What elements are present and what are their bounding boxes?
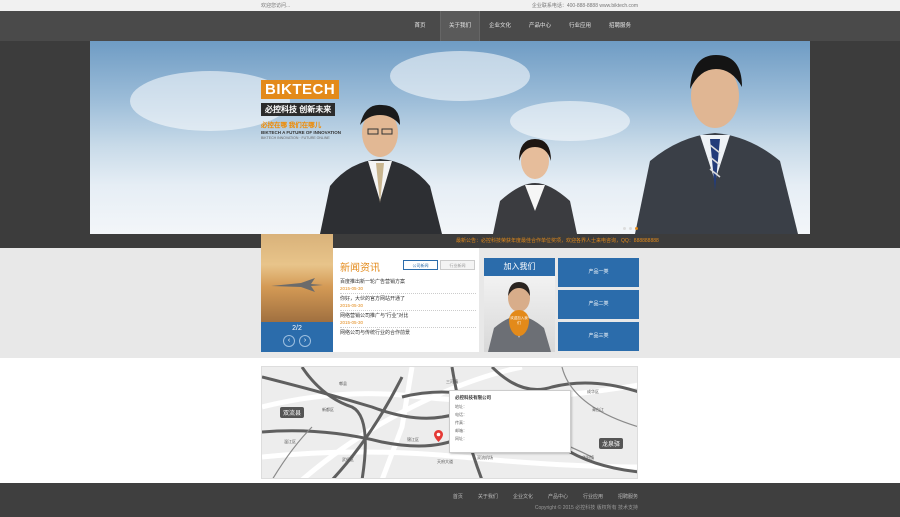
map-label: 郫县 [339,381,347,386]
product-category-3-button[interactable]: 产品三类 [558,322,639,351]
slider-dot[interactable] [623,227,626,230]
map-card-phone: 电话： [455,412,467,417]
map-label: 双流机场 [477,455,493,460]
news-item[interactable]: 网络公司与传统行业的合作前景 [340,329,476,345]
hero-section: BIKTECH 必控科技 创新未来 必控在哪 我们在哪儿 BIKTECH A F… [0,41,900,248]
product-category-2-button[interactable]: 产品二类 [558,290,639,319]
news-item-date: 2015-05-30 [340,320,364,325]
tab-company-news[interactable]: 公司新闻 [403,260,438,270]
nav-item-applications[interactable]: 行业应用 [560,11,600,41]
map-info-card: 必控科技有限公司 地址： 电话： 传真： 邮箱： 网址： [449,390,571,453]
map-label: 三河镇 [446,379,458,384]
jet-icon [271,278,323,292]
map-card-address: 地址： [455,404,467,409]
map-label: 青白江 [592,407,604,412]
map-label: 成华区 [587,389,599,394]
map-card-email: 邮箱： [455,428,467,433]
map-label: 温江区 [284,439,296,444]
footer-link-about[interactable]: 关于我们 [478,493,498,500]
footer-nav: 首页 关于我们 企业文化 产品中心 行业应用 招聘服务 [438,493,638,500]
pager-count: 2/2 [292,325,302,332]
product-category-1-button[interactable]: 产品一类 [558,258,639,287]
nav-item-culture[interactable]: 企业文化 [480,11,520,41]
news-heading: 新闻资讯 [340,263,380,274]
footer-link-home[interactable]: 首页 [453,493,463,500]
map-pin-icon[interactable] [434,430,443,442]
news-photo[interactable] [261,234,333,322]
map-tag-shuangliu: 双流县 [280,407,305,418]
news-item-date: 2015-05-30 [340,303,364,308]
news-item[interactable]: 网络营销公司推广与“行业”对比 2015-05-30 [340,312,476,328]
news-item-title[interactable]: 百度推出新一轮广告营销方案 [340,278,476,285]
footer-link-culture[interactable]: 企业文化 [513,493,533,500]
news-item[interactable]: 你好，大伙的官方网站开通了 2015-05-30 [340,295,476,311]
map-label: 武侯区 [342,457,354,462]
join-us-heading[interactable]: 加入我们 [484,258,555,276]
join-us-card[interactable]: 加入我们 欢迎加入我们 [484,258,555,352]
news-pager: 2/2 ‹ › [261,322,333,352]
footer-link-products[interactable]: 产品中心 [548,493,568,500]
slider-dot[interactable] [629,227,632,230]
businesswoman-figure [493,139,577,234]
map-card-fax: 传真： [455,420,467,425]
contact-text: 企业联系电话：400-888-8888 www.biktech.com [531,3,638,9]
top-bar: 欢迎您访问... 企业联系电话：400-888-8888 www.biktech… [0,0,900,11]
welcome-text: 欢迎您访问... [261,3,291,9]
news-item-title[interactable]: 你好，大伙的官方网站开通了 [340,295,476,302]
slider-dot-active[interactable] [635,227,638,230]
nav-item-products[interactable]: 产品中心 [520,11,560,41]
footer-link-applications[interactable]: 行业应用 [583,493,603,500]
footer: 首页 关于我们 企业文化 产品中心 行业应用 招聘服务 Copyright © … [0,483,900,517]
news-list: 百度推出新一轮广告营销方案 2015-05-30 你好，大伙的官方网站开通了 2… [340,278,476,346]
copyright-text: Copyright © 2015 必控科技 版权所有 技术支持 [534,505,638,511]
map-label: 锦江区 [407,437,419,442]
news-panel: 新闻资讯 公司新闻 行业新闻 百度推出新一轮广告营销方案 2015-05-30 … [333,248,479,352]
news-item-title[interactable]: 网络公司与传统行业的合作前景 [340,329,476,336]
map-label: 新都区 [322,407,334,412]
main-nav: 首页 关于我们 企业文化 产品中心 行业应用 招聘服务 [400,11,640,41]
notice-text[interactable]: 最新公告：必控科技荣获年度最佳合作单位奖项，欢迎各界人士来电咨询，QQ：8888… [456,237,659,244]
hero-banner[interactable]: BIKTECH 必控科技 创新未来 必控在哪 我们在哪儿 BIKTECH A F… [90,41,810,234]
news-item-title[interactable]: 网络营销公司推广与“行业”对比 [340,312,476,319]
product-links: 产品一类 产品二类 产品三类 [558,258,639,354]
map-label: 天府大道 [437,459,453,464]
news-item-date: 2015-05-30 [340,286,364,291]
tab-industry-news[interactable]: 行业新闻 [440,260,475,270]
next-arrow-icon[interactable]: › [299,335,311,347]
footer-link-recruitment[interactable]: 招聘服务 [618,493,638,500]
slider-dots [623,227,638,230]
nav-item-home[interactable]: 首页 [400,11,440,41]
map-card-website: 网址： [455,436,467,441]
prev-arrow-icon[interactable]: ‹ [283,335,295,347]
nav-item-recruitment[interactable]: 招聘服务 [600,11,640,41]
businessman-left-figure [320,104,442,234]
news-item[interactable]: 百度推出新一轮广告营销方案 2015-05-30 [340,278,476,294]
location-map[interactable]: 双流县 龙泉驿 郫县 新都区 三河镇 成华区 青白江 温江区 锦江区 武侯区 华… [261,366,638,479]
map-card-title: 必控科技有限公司 [455,395,491,400]
map-label: 华阳镇 [582,455,594,460]
businessman-right-figure [635,55,798,234]
main-navbar: 首页 关于我们 企业文化 产品中心 行业应用 招聘服务 [0,11,900,41]
join-us-image: 欢迎加入我们 [484,276,555,352]
map-tag-longquanyi: 龙泉驿 [599,438,624,449]
nav-item-about[interactable]: 关于我们 [440,11,480,41]
